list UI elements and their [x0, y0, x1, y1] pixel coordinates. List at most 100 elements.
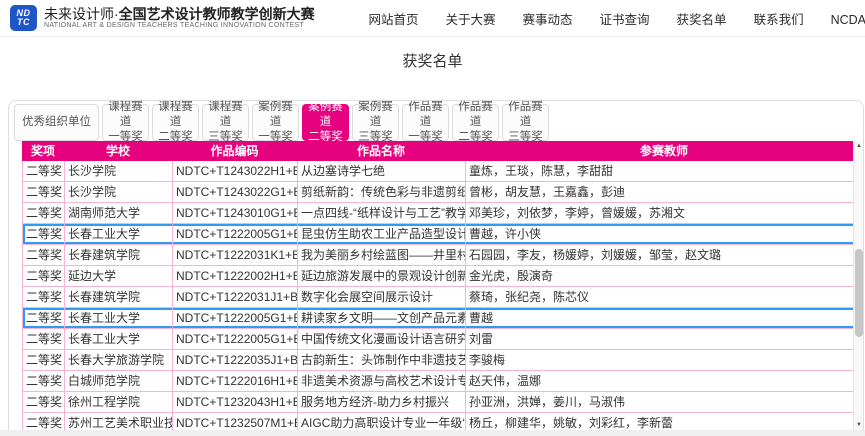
cell-award: 二等奖 — [23, 350, 65, 370]
nav-links: 网站首页 关于大赛 赛事动态 证书查询 获奖名单 联系我们 NCDA大赛 — [368, 9, 865, 28]
page: ND TC 未来设计师·全国艺术设计教师教学创新大赛 NATIONAL ART … — [0, 0, 865, 436]
cell-work: 数字化会展空间展示设计 — [298, 287, 466, 307]
tab-5[interactable]: 案例赛道二等奖 — [302, 104, 349, 141]
nav-link-3[interactable]: 证书查询 — [600, 9, 650, 28]
logo-text-bottom: TC — [17, 18, 30, 27]
tab-bar: 优秀组织单位课程赛道一等奖课程赛道二等奖课程赛道三等奖案例赛道一等奖案例赛道二等… — [14, 104, 863, 141]
cell-code: NDTC+T1222002H1+B1+002 — [173, 266, 298, 286]
tab-label-line1: 课程赛道 — [103, 100, 148, 130]
cell-work: 耕读家乡文明——文创产品元素挖掘与探索 — [298, 308, 466, 328]
cell-award: 二等奖 — [23, 371, 65, 391]
tab-1[interactable]: 课程赛道一等奖 — [102, 104, 149, 141]
tab-label-line1: 作品赛道 — [453, 100, 498, 130]
cell-school: 长春工业大学 — [65, 224, 173, 244]
cell-teachers: 杨丘，柳建华，姚敏，刘彩红，李新蕾 — [466, 413, 863, 430]
cell-teachers: 赵天伟，温娜 — [466, 371, 863, 391]
table-row[interactable]: 二等奖徐州工程学院NDTC+T1232043H1+B1+001服务地方经济-助力… — [22, 392, 863, 413]
column-header-2: 作品编码 — [172, 141, 297, 161]
column-header-0: 奖项 — [22, 141, 64, 161]
cell-code: NDTC+T1222005G1+B3+005 — [173, 308, 298, 328]
footer-strip — [0, 430, 865, 436]
cell-teachers: 曹越，许小侠 — [466, 224, 863, 244]
cell-teachers: 童炼，王琰，陈慧，李甜甜 — [466, 161, 863, 181]
nav-link-0[interactable]: 网站首页 — [368, 9, 418, 28]
nav-link-2[interactable]: 赛事动态 — [523, 9, 573, 28]
tab-7[interactable]: 作品赛道一等奖 — [402, 104, 449, 141]
cell-code: NDTC+T1243022H1+B2+002 — [173, 161, 298, 181]
tab-label-line1: 案例赛道 — [303, 100, 348, 130]
cell-school: 徐州工程学院 — [65, 392, 173, 412]
tab-label-line1: 课程赛道 — [203, 100, 248, 130]
tab-label-line1: 作品赛道 — [503, 100, 548, 130]
table-row[interactable]: 二等奖长春工业大学NDTC+T1222005G1+B3+005耕读家乡文明——文… — [22, 308, 863, 329]
tab-6[interactable]: 案例赛道三等奖 — [352, 104, 399, 141]
cell-code: NDTC+T1232043H1+B1+001 — [173, 392, 298, 412]
cell-code: NDTC+T1222031J1+B2+001 — [173, 287, 298, 307]
awards-panel: 优秀组织单位课程赛道一等奖课程赛道二等奖课程赛道三等奖案例赛道一等奖案例赛道二等… — [8, 100, 864, 430]
cell-code: NDTC+T1243010G1+B4+001 — [173, 203, 298, 223]
table-row[interactable]: 二等奖延边大学NDTC+T1222002H1+B1+002延边旅游发展中的景观设… — [22, 266, 863, 287]
cell-code: NDTC+T1222005G1+B3+001 — [173, 329, 298, 349]
nav-link-1[interactable]: 关于大赛 — [446, 9, 496, 28]
nav-link-6[interactable]: NCDA大赛 — [831, 9, 865, 28]
cell-teachers: 石园园，李友，杨媛婷，刘媛媛，邹莹，赵文璐 — [466, 245, 863, 265]
cell-award: 二等奖 — [23, 413, 65, 430]
cell-award: 二等奖 — [23, 266, 65, 286]
top-navbar: ND TC 未来设计师·全国艺术设计教师教学创新大赛 NATIONAL ART … — [0, 0, 865, 37]
cell-teachers: 邓美珍，刘依梦，李婷，曾媛媛，苏湘文 — [466, 203, 863, 223]
cell-teachers: 蔡琦，张纪尧，陈芯仪 — [466, 287, 863, 307]
nav-link-4[interactable]: 获奖名单 — [677, 9, 727, 28]
table-row[interactable]: 二等奖长春大学旅游学院NDTC+T1222035J1+B3+001古韵新生：头饰… — [22, 350, 863, 371]
cell-school: 长春工业大学 — [65, 308, 173, 328]
tab-9[interactable]: 作品赛道三等奖 — [502, 104, 549, 141]
tab-label-line1: 课程赛道 — [153, 100, 198, 130]
tab-8[interactable]: 作品赛道二等奖 — [452, 104, 499, 141]
cell-work: 剪纸新韵：传统色彩与非遗剪纸的数字化创新 — [298, 182, 466, 202]
table-row[interactable]: 二等奖长春建筑学院NDTC+T1222031K1+B1+002我为美丽乡村绘蓝图… — [22, 245, 863, 266]
vertical-scrollbar[interactable]: ▲ ▼ — [853, 141, 863, 430]
tab-label-line1: 案例赛道 — [353, 100, 398, 130]
cell-work: 昆虫仿生助农工业产品造型设计 — [298, 224, 466, 244]
scroll-up-arrow-icon[interactable]: ▲ — [854, 141, 863, 152]
table-row[interactable]: 二等奖长春工业大学NDTC+T1222005G1+B3+001中国传统文化漫画设… — [22, 329, 863, 350]
cell-code: NDTC+T1243022G1+B3+002 — [173, 182, 298, 202]
tab-3[interactable]: 课程赛道三等奖 — [202, 104, 249, 141]
table-header-row: 奖项学校作品编码作品名称参赛教师 — [22, 141, 863, 161]
cell-school: 长春建筑学院 — [65, 287, 173, 307]
cell-award: 二等奖 — [23, 203, 65, 223]
cell-work: AIGC助力高职设计专业一年级“以赛促学 — [298, 413, 466, 430]
cell-award: 二等奖 — [23, 245, 65, 265]
brand[interactable]: ND TC 未来设计师·全国艺术设计教师教学创新大赛 NATIONAL ART … — [10, 5, 315, 31]
cell-award: 二等奖 — [23, 161, 65, 181]
column-header-4: 参赛教师 — [465, 141, 863, 161]
tab-4[interactable]: 案例赛道一等奖 — [252, 104, 299, 141]
cell-teachers: 刘雷 — [466, 329, 863, 349]
table-row[interactable]: 二等奖长春建筑学院NDTC+T1222031J1+B2+001数字化会展空间展示… — [22, 287, 863, 308]
tab-2[interactable]: 课程赛道二等奖 — [152, 104, 199, 141]
column-header-1: 学校 — [64, 141, 172, 161]
brand-title: 未来设计师·全国艺术设计教师教学创新大赛 — [44, 6, 315, 22]
cell-work: 中国传统文化漫画设计语言研究案例 — [298, 329, 466, 349]
cell-school: 湖南师范大学 — [65, 203, 173, 223]
cell-work: 服务地方经济-助力乡村振兴 — [298, 392, 466, 412]
page-title: 获奖名单 — [0, 50, 865, 71]
cell-work: 延边旅游发展中的景观设计创新与数字化展示 — [298, 266, 466, 286]
table-row[interactable]: 二等奖长沙学院NDTC+T1243022H1+B2+002从边塞诗学七绝童炼，王… — [22, 161, 863, 182]
awards-table: 奖项学校作品编码作品名称参赛教师 二等奖长沙学院NDTC+T1243022H1+… — [22, 141, 863, 430]
nav-link-5[interactable]: 联系我们 — [754, 9, 804, 28]
table-row[interactable]: 二等奖白城师范学院NDTC+T1222016H1+B4+001非遗美术资源与高校… — [22, 371, 863, 392]
scroll-down-arrow-icon[interactable]: ▼ — [854, 420, 863, 430]
scrollbar-thumb[interactable] — [855, 249, 863, 337]
tab-label-line1: 作品赛道 — [403, 100, 448, 130]
cell-school: 长沙学院 — [65, 182, 173, 202]
cell-teachers: 李骏梅 — [466, 350, 863, 370]
table-row[interactable]: 二等奖长春工业大学NDTC+T1222005G1+B1+001昆虫仿生助农工业产… — [22, 224, 863, 245]
cell-work: 我为美丽乡村绘蓝图——井里村景观改造设计 — [298, 245, 466, 265]
table-row[interactable]: 二等奖湖南师范大学NDTC+T1243010G1+B4+001一点四线-“纸样设… — [22, 203, 863, 224]
table-row[interactable]: 二等奖长沙学院NDTC+T1243022G1+B3+002剪纸新韵：传统色彩与非… — [22, 182, 863, 203]
table-row[interactable]: 二等奖苏州工艺美术职业技术学院NDTC+T1232507M1+B2+001AIG… — [22, 413, 863, 430]
table-body: 二等奖长沙学院NDTC+T1243022H1+B2+002从边塞诗学七绝童炼，王… — [22, 161, 863, 430]
cell-teachers: 曹越 — [466, 308, 863, 328]
brand-subtitle: NATIONAL ART & DESIGN TEACHERS TEACHING … — [44, 22, 315, 30]
tab-0[interactable]: 优秀组织单位 — [14, 104, 99, 141]
